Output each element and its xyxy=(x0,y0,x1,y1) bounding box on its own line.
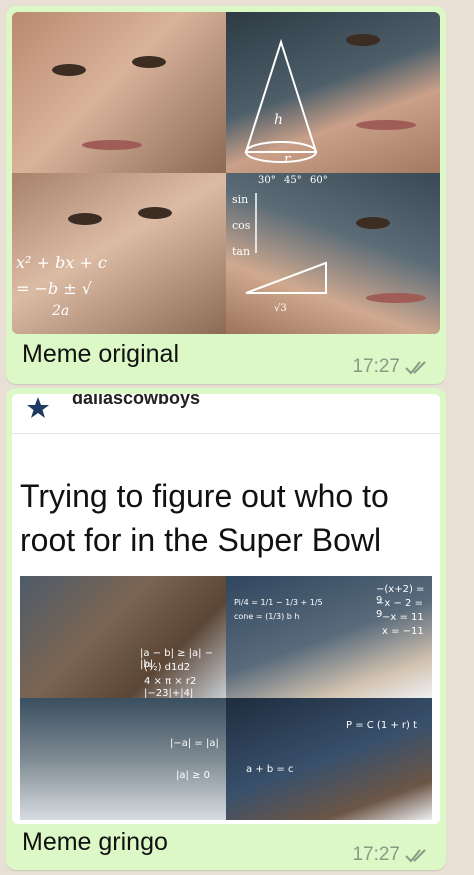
meme-original-image[interactable]: h r x² + bx + c = −b ± √ 2a sin cos tan … xyxy=(12,12,440,334)
eye-shape xyxy=(356,217,390,229)
message-time: 17:27 xyxy=(352,844,400,865)
overlay-formula: P = C (1 + r) t xyxy=(346,720,418,731)
overlay-formula: a + b = c xyxy=(246,764,294,775)
mouth-shape xyxy=(366,293,426,303)
math-label-h: h xyxy=(274,112,284,128)
meme-gringo-image[interactable]: dallascowboys Trying to figure out who t… xyxy=(12,394,440,824)
meme-grid: |a − b| ≥ |a| − |b| (½) d1d2 4 × π × r2 … xyxy=(20,576,432,820)
mouth-shape xyxy=(356,120,416,130)
star-logo-icon xyxy=(27,397,49,418)
overlay-formula: Pi/4 = 1/1 − 1/3 + 1/5 xyxy=(234,598,323,607)
face-panel-top-right: h r xyxy=(226,12,440,173)
eye-shape xyxy=(138,207,172,219)
player-panel-bottom-right: P = C (1 + r) t a + b = c xyxy=(226,698,432,820)
post-header: dallascowboys xyxy=(12,394,440,434)
player-panel-top-left: |a − b| ≥ |a| − |b| (½) d1d2 4 × π × r2 … xyxy=(20,576,226,698)
message-bubble-1[interactable]: h r x² + bx + c = −b ± √ 2a sin cos tan … xyxy=(6,6,446,384)
meme-title: Trying to figure out who to root for in … xyxy=(20,478,389,558)
overlay-formula: 4 × π × r2 xyxy=(144,676,197,687)
eye-shape xyxy=(346,34,380,46)
quadratic-formula-mid: = −b ± √ xyxy=(16,279,92,298)
message-meta: 17:27 xyxy=(352,356,432,378)
player-panel-top-right: Pi/4 = 1/1 − 1/3 + 1/5 cone = (1/3) b h … xyxy=(226,576,432,698)
overlay-formula: −x = 11 xyxy=(382,612,424,623)
message-caption: Meme gringo xyxy=(22,828,168,856)
math-label-r: r xyxy=(284,152,291,167)
quadratic-formula-top: x² + bx + c xyxy=(16,253,107,272)
mouth-shape xyxy=(82,140,142,150)
overlay-formula: |−a| = |a| xyxy=(170,738,219,749)
overlay-formula: x = −11 xyxy=(382,626,424,637)
eye-shape xyxy=(68,213,102,225)
overlay-formula: cone = (1/3) b h xyxy=(234,612,300,621)
eye-shape xyxy=(52,64,86,76)
message-caption: Meme original xyxy=(22,340,180,368)
double-check-icon xyxy=(405,361,426,375)
sqrt-3-label: √3 xyxy=(274,303,287,314)
face-panel-top-left xyxy=(12,12,226,173)
face-panel-bottom-left: x² + bx + c = −b ± √ 2a xyxy=(12,173,226,334)
cone-diagram xyxy=(244,38,318,163)
overlay-formula: (½) d1d2 xyxy=(144,662,191,673)
account-name: dallascowboys xyxy=(72,394,201,408)
overlay-formula: |a| ≥ 0 xyxy=(176,770,210,781)
overlay-formula: |−23|+|4| xyxy=(144,688,194,698)
eye-shape xyxy=(132,56,166,68)
message-time: 17:27 xyxy=(352,356,400,377)
triangle-diagram xyxy=(245,193,327,294)
message-meta: 17:27 xyxy=(352,844,432,866)
message-bubble-2[interactable]: dallascowboys Trying to figure out who t… xyxy=(6,388,446,870)
quadratic-formula-bottom: 2a xyxy=(52,303,70,319)
double-check-icon xyxy=(405,849,426,863)
player-panel-bottom-left: |−a| = |a| |a| ≥ 0 xyxy=(20,698,226,820)
face-panel-bottom-right: sin cos tan 30° 45° 60° √3 xyxy=(226,173,440,334)
